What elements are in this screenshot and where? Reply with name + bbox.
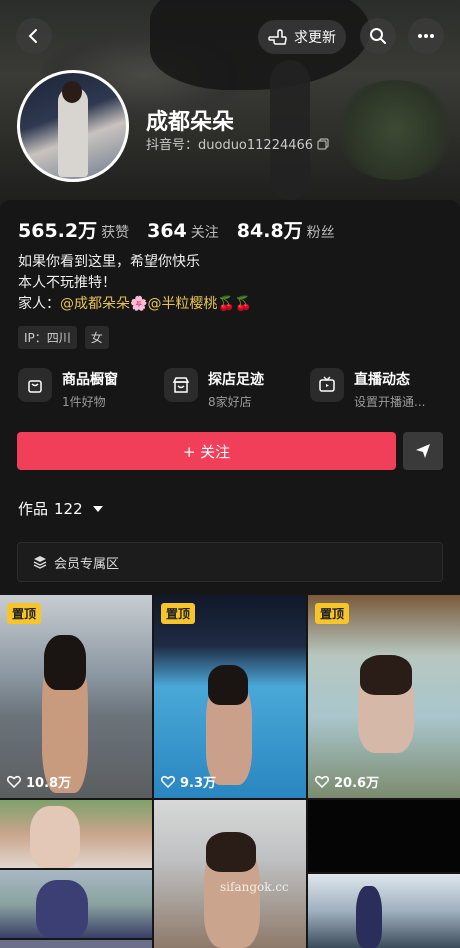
stat-label: 粉丝 xyxy=(306,225,335,241)
search-button[interactable] xyxy=(360,18,396,54)
pointing-hand-icon xyxy=(268,29,287,45)
stat-value: 565.2万 xyxy=(18,220,98,242)
like-count-value: 9.3万 xyxy=(180,776,217,791)
heart-icon xyxy=(161,775,175,788)
bio-line: 本人不玩推特！ xyxy=(18,275,116,291)
like-count: 10.8万 xyxy=(7,772,71,791)
banner-photo-detail xyxy=(270,60,310,200)
video-thumbnail[interactable]: 置顶 20.6万 xyxy=(308,595,460,798)
video-thumbnail[interactable] xyxy=(0,870,152,938)
thumbnail-figure-hair xyxy=(360,655,412,695)
douyin-id[interactable]: 抖音号：duoduo11224466 xyxy=(146,134,329,153)
works-count: 122 xyxy=(54,499,83,518)
member-zone[interactable]: 会员专属区 xyxy=(17,542,443,582)
stat-value: 84.8万 xyxy=(236,220,303,242)
thumbnail-figure xyxy=(356,886,382,948)
profile-name: 成都朵朵 xyxy=(146,110,235,135)
works-label: 作品 xyxy=(18,500,49,518)
mention-link[interactable]: @成都朵朵 xyxy=(60,296,130,312)
feature-title: 探店足迹 xyxy=(208,372,264,388)
like-count-value: 10.8万 xyxy=(26,776,72,791)
feature-title: 直播动态 xyxy=(354,372,410,388)
stat-likes[interactable]: 565.2万 获赞 xyxy=(18,216,129,243)
profile-info-panel: 565.2万 获赞 364 关注 84.8万 粉丝 如果你看到这里，希望你快乐 本人不… xyxy=(0,200,460,595)
more-dots-icon xyxy=(418,34,434,38)
stat-label: 关注 xyxy=(190,225,219,241)
pinned-badge: 置顶 xyxy=(315,603,350,624)
caret-down-icon xyxy=(92,505,103,512)
thumbnail-figure-hair xyxy=(44,635,86,690)
tags-row: IP：四川 女 xyxy=(18,326,109,349)
tag-ip: IP：四川 xyxy=(18,326,77,349)
pinned-badge: 置顶 xyxy=(7,603,42,624)
shop-bag-icon xyxy=(18,368,52,402)
stat-value: 364 xyxy=(147,220,187,242)
bio: 如果你看到这里，希望你快乐 本人不玩推特！ 家人：@成都朵朵🌸@半粒樱桃🍒🍒 xyxy=(18,252,252,315)
feature-subtitle: 设置开播通... xyxy=(354,395,426,409)
thumbnail-figure xyxy=(30,806,80,868)
mention-link[interactable]: @半粒樱桃 xyxy=(147,296,217,312)
cherry-emoji: 🍒🍒 xyxy=(217,296,253,312)
store-icon xyxy=(164,368,198,402)
stat-following[interactable]: 364 关注 xyxy=(147,220,219,242)
stat-label: 获赞 xyxy=(101,225,130,241)
copy-icon xyxy=(317,138,329,149)
feature-store-visits[interactable]: 探店足迹 8家好店 xyxy=(164,368,310,410)
video-thumbnail[interactable] xyxy=(0,800,152,868)
member-zone-label: 会员专属区 xyxy=(54,556,120,572)
banner-photo-detail xyxy=(330,80,460,180)
stat-followers[interactable]: 84.8万 粉丝 xyxy=(237,216,335,243)
more-button[interactable] xyxy=(408,18,444,54)
tag-gender: 女 xyxy=(84,326,109,349)
avatar[interactable] xyxy=(17,70,129,182)
request-update-button[interactable]: 求更新 xyxy=(258,20,346,54)
thumbnail-figure-hair xyxy=(206,832,256,872)
tv-icon xyxy=(310,368,344,402)
follow-button[interactable]: + 关注 xyxy=(17,432,396,470)
stats-row: 565.2万 获赞 364 关注 84.8万 粉丝 xyxy=(18,216,335,243)
back-button[interactable] xyxy=(16,18,52,54)
feature-subtitle: 1件好物 xyxy=(62,395,106,409)
like-count: 20.6万 xyxy=(315,772,379,791)
feature-title: 商品橱窗 xyxy=(62,372,118,388)
layers-icon xyxy=(33,556,47,569)
pinned-badge: 置顶 xyxy=(161,603,196,624)
like-count: 9.3万 xyxy=(161,772,216,791)
video-thumbnail[interactable] xyxy=(308,800,460,872)
video-thumbnail[interactable] xyxy=(154,800,306,948)
video-thumbnail[interactable] xyxy=(308,874,460,948)
video-thumbnail[interactable] xyxy=(0,940,152,948)
heart-icon xyxy=(7,775,21,788)
share-button[interactable] xyxy=(403,432,443,470)
features-row: 商品橱窗 1件好物 探店足迹 8家好店 直播动态设置开播通... xyxy=(18,368,456,410)
bio-line: 家人：@成都朵朵🌸@半粒樱桃🍒🍒 xyxy=(18,294,252,315)
video-thumbnail[interactable]: 置顶 10.8万 xyxy=(0,595,152,798)
avatar-figure-head xyxy=(62,81,82,103)
watermark: sifangok.cc xyxy=(220,880,289,894)
request-update-label: 求更新 xyxy=(294,30,336,46)
follow-label: + 关注 xyxy=(182,442,231,461)
heart-icon xyxy=(315,775,329,788)
bio-family-prefix: 家人： xyxy=(18,296,60,312)
bio-line: 如果你看到这里，希望你快乐 xyxy=(18,254,200,270)
feature-subtitle: 8家好店 xyxy=(208,395,252,409)
like-count-value: 20.6万 xyxy=(334,776,380,791)
douyin-id-text: 抖音号：duoduo11224466 xyxy=(146,138,314,153)
flower-emoji: 🌸 xyxy=(130,296,148,312)
thumbnail-figure xyxy=(36,880,88,938)
chevron-left-icon xyxy=(28,29,37,43)
paper-plane-icon xyxy=(416,444,430,458)
search-icon xyxy=(370,28,386,44)
works-tab[interactable]: 作品 122 xyxy=(18,498,103,519)
video-thumbnail[interactable]: 置顶 9.3万 xyxy=(154,595,306,798)
video-grid: 置顶 10.8万 置顶 9.3万 置顶 20.6万 xyxy=(0,595,460,948)
feature-live-updates[interactable]: 直播动态设置开播通... xyxy=(310,368,456,410)
thumbnail-figure-hair xyxy=(208,665,248,705)
feature-shop-window[interactable]: 商品橱窗 1件好物 xyxy=(18,368,164,410)
